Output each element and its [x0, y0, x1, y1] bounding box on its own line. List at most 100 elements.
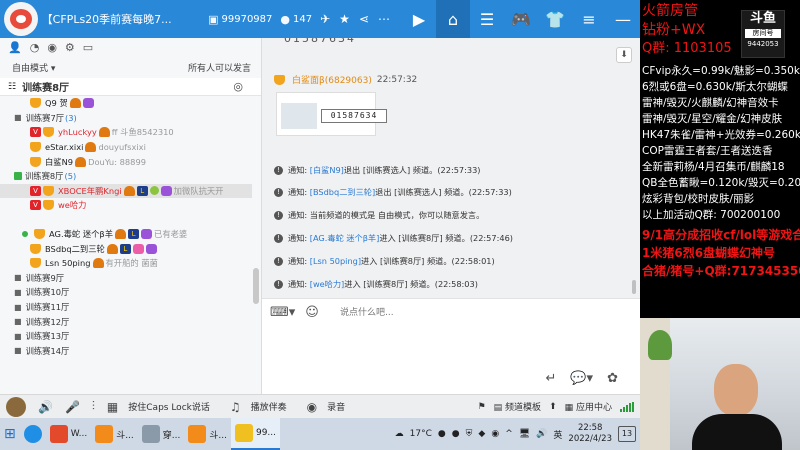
app-center-button[interactable]: ▦ 应用中心: [565, 400, 612, 413]
emoji-icon[interactable]: ☺: [305, 305, 319, 320]
shirt-icon[interactable]: 👕: [538, 0, 572, 38]
minimize-icon[interactable]: —: [606, 0, 640, 38]
settings-icon[interactable]: ⚙: [65, 41, 75, 54]
list-item[interactable]: V yhLuckyy ff 斗鱼8542310: [0, 125, 252, 140]
list-icon[interactable]: ☰: [470, 0, 504, 38]
microphone-icon[interactable]: 🎤: [65, 400, 80, 414]
user-name: BSdbq二到三轮: [45, 243, 105, 254]
tray-app-icon[interactable]: ◉: [491, 429, 499, 439]
list-item[interactable]: Lsn 50ping 有开船的 菌菌: [0, 256, 252, 271]
channel-bullet-icon: ■: [14, 273, 22, 283]
notice-message: ! 通知: 当前频道的模式是 自由模式，你可以随意发言。: [274, 209, 484, 221]
taskbar-app[interactable]: 穿...: [138, 418, 185, 450]
flower-icon[interactable]: ✿: [607, 371, 618, 386]
list-item[interactable]: V XBOCE年鹏Kngi L 加微队抗天开: [0, 183, 252, 199]
expand-tray-icon[interactable]: ^: [505, 429, 513, 439]
user-list-icon[interactable]: 👤: [8, 41, 22, 54]
start-button[interactable]: ⊞: [0, 418, 20, 450]
list-item[interactable]: 白鲨N9 DouYu: 88899: [0, 154, 252, 169]
list-item[interactable]: BSdbq二到三轮 L: [0, 241, 252, 256]
taskbar-app-active[interactable]: 99...: [230, 418, 281, 450]
chat-input[interactable]: [340, 305, 620, 321]
channel-item[interactable]: ■ 训练赛10厅: [0, 285, 252, 300]
template-button[interactable]: ▤ 频道模板: [494, 400, 541, 413]
current-channel-header[interactable]: ☷ 训练赛8厅 ◎: [0, 78, 261, 96]
music-button[interactable]: ♫ 播放伴奏: [224, 400, 287, 414]
taskbar-app[interactable]: 斗...: [91, 418, 138, 450]
location-pin-icon[interactable]: ◎: [233, 80, 243, 93]
favorite-star-icon[interactable]: ★: [339, 12, 350, 26]
list-item[interactable]: V we哈力: [0, 198, 252, 213]
expand-icon[interactable]: ▭: [83, 41, 93, 54]
menu-icon[interactable]: ≡: [572, 0, 606, 38]
shield-icon[interactable]: ⛨: [466, 429, 473, 439]
video-icon[interactable]: ▶: [402, 0, 436, 38]
avatar[interactable]: [6, 396, 26, 417]
speaker-icon[interactable]: 🔊: [38, 400, 53, 414]
user-note: 有开船的 菌菌: [105, 258, 158, 269]
ime-indicator[interactable]: 英: [553, 428, 562, 441]
online-count-stat[interactable]: ● 147: [280, 13, 312, 26]
notice-time: (22:57:33): [437, 165, 481, 175]
channel-id-stat[interactable]: ▣ 99970987: [208, 13, 272, 26]
chat-scroll-thumb[interactable]: [632, 280, 636, 294]
channel-item[interactable]: ■ 训练赛7厅 (3): [0, 111, 252, 126]
channel-item[interactable]: ■ 训练赛12厅: [0, 314, 252, 329]
mode-label: 自由模式: [12, 63, 49, 74]
channel-count: (3): [65, 112, 77, 123]
notice-user[interactable]: [Lsn 50ping]: [310, 256, 361, 266]
clock[interactable]: 22:58 2022/4/23: [568, 423, 612, 445]
sound-settings-icon[interactable]: ◔: [30, 41, 40, 54]
location-icon[interactable]: ◉: [47, 41, 57, 54]
volume-icon[interactable]: 🔊: [536, 429, 547, 439]
airplane-icon[interactable]: ✈: [320, 12, 330, 26]
gamepad-icon[interactable]: ⌨▾: [270, 305, 295, 320]
push-to-talk-button[interactable]: ▦ 按住Caps Lock说话: [101, 400, 210, 414]
weather-icon[interactable]: ☁: [395, 429, 404, 439]
user-note: ff 斗鱼8542310: [111, 127, 174, 138]
tray-app-icon[interactable]: ◆: [478, 429, 485, 439]
more-icon[interactable]: ⋯: [378, 12, 390, 26]
flag-icon[interactable]: ⚑: [478, 402, 486, 412]
notice-prefix: 通知:: [288, 165, 308, 175]
upload-icon[interactable]: ⬆: [549, 402, 557, 412]
list-item[interactable]: Q9 贺: [0, 96, 252, 111]
home-icon[interactable]: ⌂: [436, 0, 470, 38]
sender-name[interactable]: 白鲨面β(6829063): [292, 73, 372, 86]
notice-user[interactable]: [we哈力]: [310, 278, 345, 290]
notice-user[interactable]: [BSdbq二到三轮]: [310, 186, 375, 198]
chat-bubble-icon[interactable]: 💬▾: [570, 371, 593, 386]
list-item[interactable]: AG.毒蛇 迷个β羊 L 已有老婆: [0, 227, 252, 242]
notice-user[interactable]: [AG.毒蛇 迷个β羊]: [310, 232, 380, 244]
role-badge-icon: [141, 229, 153, 240]
chat-scrollbar[interactable]: [632, 38, 636, 298]
streamer-webcam: [640, 318, 800, 450]
taskbar-search[interactable]: [20, 418, 46, 450]
notice-user[interactable]: [白鲨N9]: [310, 164, 344, 176]
share-icon[interactable]: ⋖: [359, 12, 369, 26]
vip-icon: V: [30, 185, 41, 196]
record-button[interactable]: ◉ 录音: [301, 400, 346, 414]
taskbar-app[interactable]: 斗...: [184, 418, 231, 450]
role-badge-icon: [132, 243, 144, 254]
notification-button[interactable]: 13: [618, 426, 636, 442]
role-badge-icon: [160, 185, 172, 196]
send-icon[interactable]: ↵: [545, 371, 556, 386]
mode-dropdown[interactable]: 自由模式 ▾: [12, 61, 55, 74]
gamepad-icon[interactable]: 🎮: [504, 0, 538, 38]
taskbar-app[interactable]: W...: [46, 418, 91, 450]
channel-item[interactable]: 训练赛8厅 (5): [0, 169, 252, 184]
network-icon[interactable]: 🖥: [519, 429, 530, 439]
channel-item[interactable]: ■ 训练赛13厅: [0, 329, 252, 344]
left-scrollbar[interactable]: [253, 268, 259, 304]
tray-app-icon[interactable]: ●: [438, 429, 446, 439]
channel-item[interactable]: ■ 训练赛14厅: [0, 344, 252, 359]
channel-item[interactable]: ■ 训练赛9厅: [0, 271, 252, 286]
weather-temp[interactable]: 17°C: [410, 429, 432, 439]
message-image[interactable]: 01587634: [276, 92, 387, 136]
scroll-down-button[interactable]: ⬇: [616, 47, 632, 63]
tray-app-icon[interactable]: ●: [452, 429, 460, 439]
channel-item[interactable]: ■ 训练赛11厅: [0, 300, 252, 315]
list-item[interactable]: eStar.xixi douyufsxixi: [0, 140, 252, 155]
mixer-icon[interactable]: ⫶: [92, 399, 95, 414]
